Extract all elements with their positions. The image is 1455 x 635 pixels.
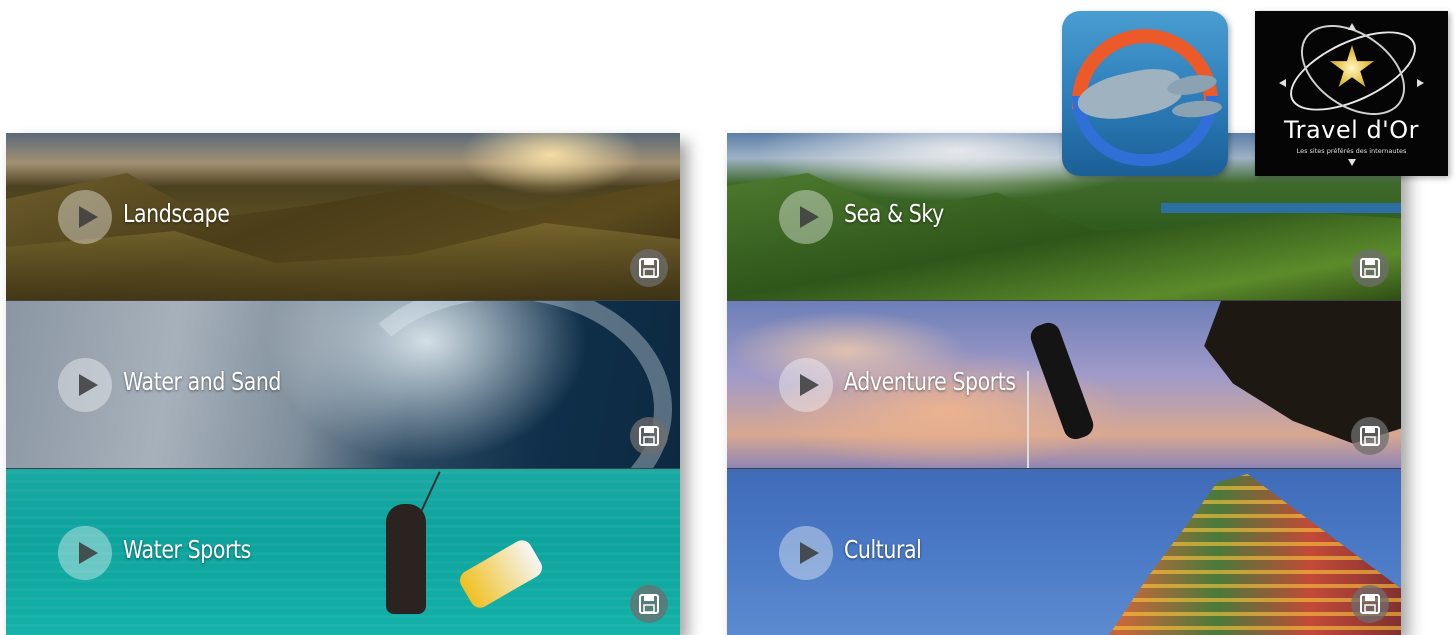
- floppy-disk-icon[interactable]: [630, 585, 668, 623]
- category-tile-water-sports[interactable]: Water Sports: [6, 468, 680, 635]
- category-panel-right: Sea & Sky Adventure Sports Cultural: [727, 133, 1401, 635]
- category-label: Cultural: [844, 535, 922, 564]
- play-icon[interactable]: [779, 526, 833, 580]
- whale-app-icon: [1062, 11, 1228, 176]
- category-tile-landscape[interactable]: Landscape: [6, 133, 680, 300]
- floppy-disk-icon[interactable]: [1351, 417, 1389, 455]
- category-label: Sea & Sky: [844, 199, 944, 228]
- floppy-disk-icon[interactable]: [630, 249, 668, 287]
- award-tagline: Les sites préférés des internautes: [1296, 147, 1407, 155]
- category-tile-adventure-sports[interactable]: Adventure Sports: [727, 300, 1401, 468]
- category-tile-cultural[interactable]: Cultural: [727, 468, 1401, 635]
- play-icon[interactable]: [58, 526, 112, 580]
- play-icon[interactable]: [58, 358, 112, 412]
- travel-dor-award-logo: Travel d'Or Les sites préférés des inter…: [1255, 6, 1448, 176]
- category-label: Water and Sand: [123, 367, 282, 396]
- category-tile-water-and-sand[interactable]: Water and Sand: [6, 300, 680, 468]
- category-label: Landscape: [123, 199, 230, 228]
- play-icon[interactable]: [779, 358, 833, 412]
- floppy-disk-icon[interactable]: [630, 417, 668, 455]
- category-label: Water Sports: [123, 535, 251, 564]
- floppy-disk-icon[interactable]: [1351, 585, 1389, 623]
- floppy-disk-icon[interactable]: [1351, 249, 1389, 287]
- category-label: Adventure Sports: [844, 367, 1016, 396]
- play-icon[interactable]: [58, 190, 112, 244]
- play-icon[interactable]: [779, 190, 833, 244]
- category-panel-left: Landscape Water and Sand Water Sports: [6, 133, 680, 635]
- award-brand-name: Travel d'Or: [1283, 116, 1420, 144]
